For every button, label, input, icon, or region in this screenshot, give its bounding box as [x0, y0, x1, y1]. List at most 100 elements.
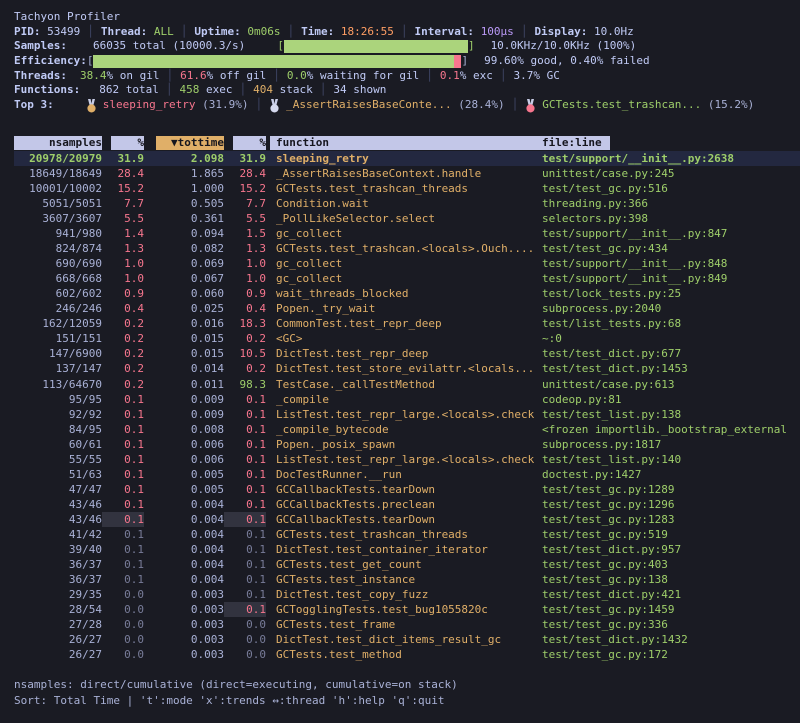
threads-label: Threads: — [14, 69, 67, 84]
table-row[interactable]: 95/950.10.0090.1_compilecodeop.py:81 — [14, 392, 800, 407]
table-row[interactable]: 29/350.00.0030.1DictTest.test_copy_fuzzt… — [14, 587, 800, 602]
table-row[interactable]: 47/470.10.0050.1GCCallbackTests.tearDown… — [14, 482, 800, 497]
header-direct-pct[interactable]: % — [102, 136, 144, 150]
table-row[interactable]: 3607/36075.50.3615.5_PollLikeSelector.se… — [14, 211, 800, 226]
table-row[interactable]: 824/8741.30.0821.3GCTests.test_trashcan.… — [14, 241, 800, 256]
table-row[interactable]: 43/460.10.0040.1GCCallbackTests.tearDown… — [14, 512, 800, 527]
tottime-cell: 0.009 — [144, 392, 224, 407]
table-row[interactable]: 941/9801.40.0941.5gc_collecttest/support… — [14, 226, 800, 241]
top3-function-name[interactable]: sleeping_retry — [103, 98, 196, 113]
table-row[interactable]: 60/610.10.0060.1Popen._posix_spawnsubpro… — [14, 437, 800, 452]
function-cell: DictTest.test_store_evilattr.<locals... — [266, 361, 528, 376]
table-row[interactable]: 151/1510.20.0150.2<GC>~:0 — [14, 331, 800, 346]
cumulative-pct-cell: 0.1 — [224, 392, 266, 407]
tottime-cell: 0.004 — [144, 542, 224, 557]
header-tottime-sorted[interactable]: ▼tottime — [144, 136, 224, 150]
table-row[interactable]: 39/400.10.0040.1DictTest.test_container_… — [14, 542, 800, 557]
direct-pct-cell: 0.1 — [102, 407, 144, 422]
bronze-medal-icon — [525, 99, 536, 113]
function-cell: GCTests.test_trashcan.<locals>.Ouch.... — [266, 241, 528, 256]
tottime-cell: 0.003 — [144, 647, 224, 662]
table-row[interactable]: 26/270.00.0030.0DictTest.test_dict_items… — [14, 632, 800, 647]
tottime-cell: 0.003 — [144, 632, 224, 647]
functions-line: Functions:862 total│458 exec│404 stack│3… — [14, 83, 800, 98]
table-row[interactable]: 5051/50517.70.5057.7Condition.waitthread… — [14, 196, 800, 211]
table-row[interactable]: 51/630.10.0050.1DocTestRunner.__rundocte… — [14, 467, 800, 482]
table-row[interactable]: 28/540.00.0030.1GCTogglingTests.test_bug… — [14, 602, 800, 617]
separator: │ — [493, 69, 514, 84]
header-nsamples[interactable]: nsamples — [14, 136, 102, 150]
table-row[interactable]: 113/646700.20.01198.3TestCase._callTestM… — [14, 377, 800, 392]
separator: │ — [394, 25, 415, 40]
tottime-cell: 0.082 — [144, 241, 224, 256]
table-row[interactable]: 137/1470.20.0140.2DictTest.test_store_ev… — [14, 361, 800, 376]
table-row[interactable]: 246/2460.40.0250.4Popen._try_waitsubproc… — [14, 301, 800, 316]
function-cell: GCTests.test_trashcan_threads — [266, 181, 528, 196]
threads-stat-value: 38.4 — [80, 69, 107, 84]
function-cell: wait_threads_blocked — [266, 286, 528, 301]
file-line-cell: test/lock_tests.py:25 — [528, 286, 800, 301]
nsamples-cell: 20978/20979 — [14, 151, 102, 166]
nsamples-cell: 602/602 — [14, 286, 102, 301]
function-cell: DocTestRunner.__run — [266, 467, 528, 482]
top3-share: (31.9%) — [195, 98, 248, 113]
table-row[interactable]: 147/69000.20.01510.5DictTest.test_repr_d… — [14, 346, 800, 361]
table-row[interactable]: 55/550.10.0060.1ListTest.test_repr_large… — [14, 452, 800, 467]
table-row[interactable]: 36/370.10.0040.1GCTests.test_get_countte… — [14, 557, 800, 572]
tottime-cell: 0.003 — [144, 587, 224, 602]
tottime-cell: 0.025 — [144, 301, 224, 316]
direct-pct-cell: 31.9 — [102, 151, 144, 166]
direct-pct-cell: 0.0 — [102, 632, 144, 647]
nsamples-cell: 43/46 — [14, 512, 102, 527]
file-line-cell: unittest/case.py:245 — [528, 166, 800, 181]
samples-progress-bar — [284, 40, 468, 53]
threads-stat-value: 3.7 — [514, 69, 534, 84]
table-row[interactable]: 20978/2097931.92.09831.9sleeping_retryte… — [14, 151, 800, 166]
tottime-cell: 2.098 — [144, 151, 224, 166]
table-row[interactable]: 36/370.10.0040.1GCTests.test_instancetes… — [14, 572, 800, 587]
cumulative-pct-cell: 0.1 — [224, 602, 266, 617]
cumulative-pct-cell: 15.2 — [224, 181, 266, 196]
top3-function-name[interactable]: GCTests.test_trashcan... — [542, 98, 701, 113]
header-function[interactable]: function — [266, 136, 528, 150]
separator: │ — [80, 25, 101, 40]
cumulative-pct-cell: 0.1 — [224, 512, 266, 527]
table-row[interactable]: 18649/1864928.41.86528.4_AssertRaisesBas… — [14, 166, 800, 181]
file-line-cell: test/test_dict.py:421 — [528, 587, 800, 602]
table-row[interactable]: 690/6901.00.0691.0gc_collecttest/support… — [14, 256, 800, 271]
table-row[interactable]: 668/6681.00.0671.0gc_collecttest/support… — [14, 271, 800, 286]
table-row[interactable]: 84/950.10.0080.1_compile_bytecode<frozen… — [14, 422, 800, 437]
top3-function-name[interactable]: _AssertRaisesBaseConte... — [286, 98, 452, 113]
tottime-cell: 0.004 — [144, 512, 224, 527]
table-row[interactable]: 162/120590.20.01618.3CommonTest.test_rep… — [14, 316, 800, 331]
direct-pct-cell: 0.0 — [102, 647, 144, 662]
table-row[interactable]: 10001/1000215.21.00015.2GCTests.test_tra… — [14, 181, 800, 196]
efficiency-failed-segment — [454, 55, 461, 68]
table-row[interactable]: 92/920.10.0090.1ListTest.test_repr_large… — [14, 407, 800, 422]
nsamples-cell: 27/28 — [14, 617, 102, 632]
table-row[interactable]: 41/420.10.0040.1GCTests.test_trashcan_th… — [14, 527, 800, 542]
function-cell: CommonTest.test_repr_deep — [266, 316, 528, 331]
header-cumulative-pct[interactable]: % — [224, 136, 266, 150]
functions-stat-value: 34 — [333, 83, 346, 98]
threads-stat-value: 61.6 — [180, 69, 207, 84]
separator: │ — [174, 25, 195, 40]
gold-medal-icon — [86, 99, 97, 113]
threads-stat-suffix: % waiting for gil — [307, 69, 420, 84]
table-row[interactable]: 27/280.00.0030.0GCTests.test_frametest/t… — [14, 617, 800, 632]
table-row[interactable]: 43/460.10.0040.1GCCallbackTests.preclean… — [14, 497, 800, 512]
cumulative-pct-cell: 0.4 — [224, 301, 266, 316]
cumulative-pct-cell: 0.1 — [224, 482, 266, 497]
nsamples-cell: 92/92 — [14, 407, 102, 422]
samples-label: Samples: — [14, 39, 67, 54]
file-line-cell: test/test_dict.py:957 — [528, 542, 800, 557]
direct-pct-cell: 0.1 — [102, 512, 144, 527]
direct-pct-cell: 0.1 — [102, 437, 144, 452]
thread-value: ALL — [154, 25, 174, 40]
file-line-cell: doctest.py:1427 — [528, 467, 800, 482]
table-row[interactable]: 602/6020.90.0600.9wait_threads_blockedte… — [14, 286, 800, 301]
cumulative-pct-cell: 1.0 — [224, 271, 266, 286]
samples-bar-open-bracket: [ — [277, 39, 284, 54]
header-file-line[interactable]: file:line — [528, 136, 800, 150]
table-row[interactable]: 26/270.00.0030.0GCTests.test_methodtest/… — [14, 647, 800, 662]
